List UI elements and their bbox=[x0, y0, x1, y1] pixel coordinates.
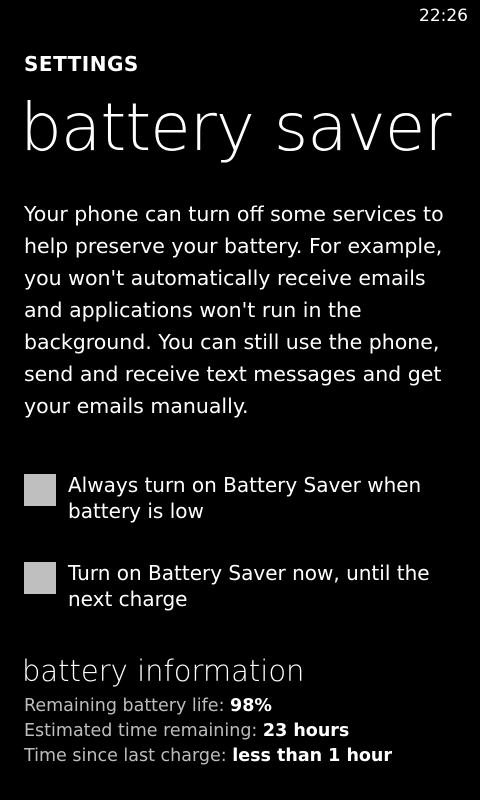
auto-battery-saver-checkbox[interactable] bbox=[24, 474, 56, 506]
auto-battery-saver-label[interactable]: Always turn on Battery Saver when batter… bbox=[68, 472, 464, 524]
remaining-battery-life-row: Remaining battery life: 98% bbox=[24, 696, 272, 716]
time-since-last-charge-row: Time since last charge: less than 1 hour bbox=[24, 746, 392, 766]
time-since-last-charge-value: less than 1 hour bbox=[232, 746, 393, 766]
remaining-battery-life-value: 98% bbox=[230, 696, 272, 716]
time-since-last-charge-label: Time since last charge: bbox=[24, 746, 233, 766]
clock: 22:26 bbox=[419, 6, 468, 26]
estimated-time-remaining-value: 23 hours bbox=[262, 721, 350, 741]
option-auto-battery-saver[interactable]: Always turn on Battery Saver when batter… bbox=[24, 472, 464, 524]
remaining-battery-life-label: Remaining battery life: bbox=[24, 696, 231, 716]
status-bar: 22:26 bbox=[0, 0, 480, 32]
estimated-time-remaining-label: Estimated time remaining: bbox=[24, 721, 263, 741]
option-battery-saver-now[interactable]: Turn on Battery Saver now, until the nex… bbox=[24, 560, 464, 612]
app-title: SETTINGS bbox=[24, 52, 139, 76]
page-title: battery saver bbox=[20, 89, 452, 166]
battery-information-heading: battery information bbox=[22, 654, 305, 688]
estimated-time-remaining-row: Estimated time remaining: 23 hours bbox=[24, 721, 349, 741]
battery-saver-now-checkbox[interactable] bbox=[24, 562, 56, 594]
battery-saver-description: Your phone can turn off some services to… bbox=[24, 202, 444, 418]
battery-saver-now-label[interactable]: Turn on Battery Saver now, until the nex… bbox=[68, 560, 464, 612]
